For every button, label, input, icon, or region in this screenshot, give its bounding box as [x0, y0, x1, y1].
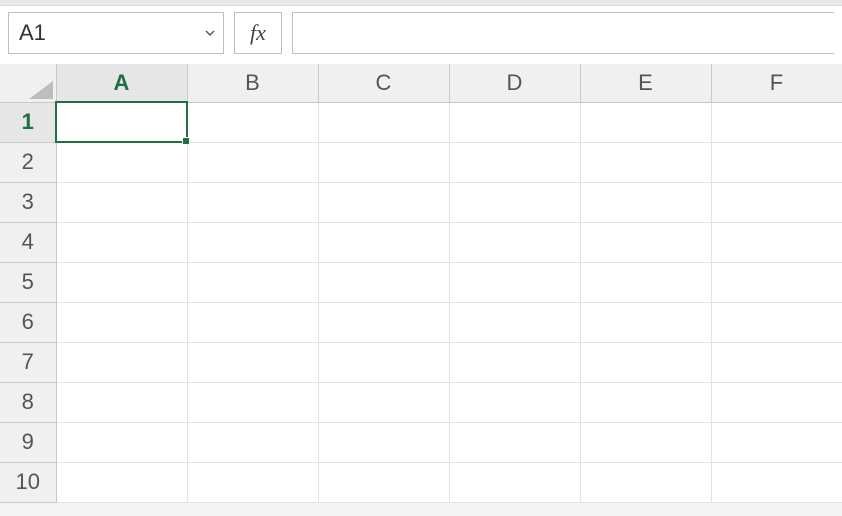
cell-E8[interactable] — [580, 382, 711, 422]
row-header-1[interactable]: 1 — [0, 102, 56, 142]
formula-input[interactable] — [293, 13, 834, 53]
cell-A8[interactable] — [56, 382, 187, 422]
cell-C10[interactable] — [318, 462, 449, 502]
cell-D6[interactable] — [449, 302, 580, 342]
cell-B5[interactable] — [187, 262, 318, 302]
cell-D5[interactable] — [449, 262, 580, 302]
fx-button[interactable]: fx — [234, 12, 282, 54]
cell-C5[interactable] — [318, 262, 449, 302]
cell-A10[interactable] — [56, 462, 187, 502]
select-all-triangle-icon — [29, 81, 53, 99]
cell-D8[interactable] — [449, 382, 580, 422]
cell-A2[interactable] — [56, 142, 187, 182]
cell-F2[interactable] — [711, 142, 842, 182]
row-header-10[interactable]: 10 — [0, 462, 56, 502]
row-header-3[interactable]: 3 — [0, 182, 56, 222]
column-header-A[interactable]: A — [56, 64, 187, 102]
cell-B4[interactable] — [187, 222, 318, 262]
spreadsheet-grid: A B C D E F 1 2 — [0, 64, 842, 503]
cell-D7[interactable] — [449, 342, 580, 382]
row-header-8[interactable]: 8 — [0, 382, 56, 422]
cell-F4[interactable] — [711, 222, 842, 262]
cell-E10[interactable] — [580, 462, 711, 502]
cell-E9[interactable] — [580, 422, 711, 462]
cell-D1[interactable] — [449, 102, 580, 142]
column-header-D[interactable]: D — [449, 64, 580, 102]
cell-A7[interactable] — [56, 342, 187, 382]
row-header-9[interactable]: 9 — [0, 422, 56, 462]
cell-F5[interactable] — [711, 262, 842, 302]
cell-A5[interactable] — [56, 262, 187, 302]
cell-E2[interactable] — [580, 142, 711, 182]
cell-B10[interactable] — [187, 462, 318, 502]
cell-F8[interactable] — [711, 382, 842, 422]
cell-F3[interactable] — [711, 182, 842, 222]
cell-E1[interactable] — [580, 102, 711, 142]
cell-E6[interactable] — [580, 302, 711, 342]
cell-F6[interactable] — [711, 302, 842, 342]
cell-E7[interactable] — [580, 342, 711, 382]
row-header-6[interactable]: 6 — [0, 302, 56, 342]
cell-B7[interactable] — [187, 342, 318, 382]
cell-A6[interactable] — [56, 302, 187, 342]
formula-bar: fx — [0, 6, 842, 64]
column-header-F[interactable]: F — [711, 64, 842, 102]
fx-icon: fx — [250, 20, 266, 46]
cell-A3[interactable] — [56, 182, 187, 222]
formula-input-container[interactable] — [292, 12, 834, 54]
cell-E5[interactable] — [580, 262, 711, 302]
cell-C3[interactable] — [318, 182, 449, 222]
cell-C1[interactable] — [318, 102, 449, 142]
cell-F1[interactable] — [711, 102, 842, 142]
cell-B1[interactable] — [187, 102, 318, 142]
cell-C6[interactable] — [318, 302, 449, 342]
cell-F10[interactable] — [711, 462, 842, 502]
cell-A1[interactable] — [56, 102, 187, 142]
cell-B3[interactable] — [187, 182, 318, 222]
cell-A9[interactable] — [56, 422, 187, 462]
select-all-corner[interactable] — [0, 64, 56, 102]
cell-D2[interactable] — [449, 142, 580, 182]
row-header-2[interactable]: 2 — [0, 142, 56, 182]
cell-C2[interactable] — [318, 142, 449, 182]
cell-B8[interactable] — [187, 382, 318, 422]
cell-D3[interactable] — [449, 182, 580, 222]
cell-A4[interactable] — [56, 222, 187, 262]
cell-E3[interactable] — [580, 182, 711, 222]
cell-B9[interactable] — [187, 422, 318, 462]
name-box[interactable] — [8, 12, 224, 54]
column-header-B[interactable]: B — [187, 64, 318, 102]
row-header-7[interactable]: 7 — [0, 342, 56, 382]
cell-C9[interactable] — [318, 422, 449, 462]
cell-C7[interactable] — [318, 342, 449, 382]
cell-B2[interactable] — [187, 142, 318, 182]
cell-F7[interactable] — [711, 342, 842, 382]
row-header-4[interactable]: 4 — [0, 222, 56, 262]
cell-D10[interactable] — [449, 462, 580, 502]
cell-B6[interactable] — [187, 302, 318, 342]
row-header-5[interactable]: 5 — [0, 262, 56, 302]
cell-E4[interactable] — [580, 222, 711, 262]
cell-C8[interactable] — [318, 382, 449, 422]
cell-D4[interactable] — [449, 222, 580, 262]
column-header-C[interactable]: C — [318, 64, 449, 102]
cell-D9[interactable] — [449, 422, 580, 462]
column-header-E[interactable]: E — [580, 64, 711, 102]
cell-F9[interactable] — [711, 422, 842, 462]
name-box-input[interactable] — [9, 13, 223, 53]
cell-C4[interactable] — [318, 222, 449, 262]
